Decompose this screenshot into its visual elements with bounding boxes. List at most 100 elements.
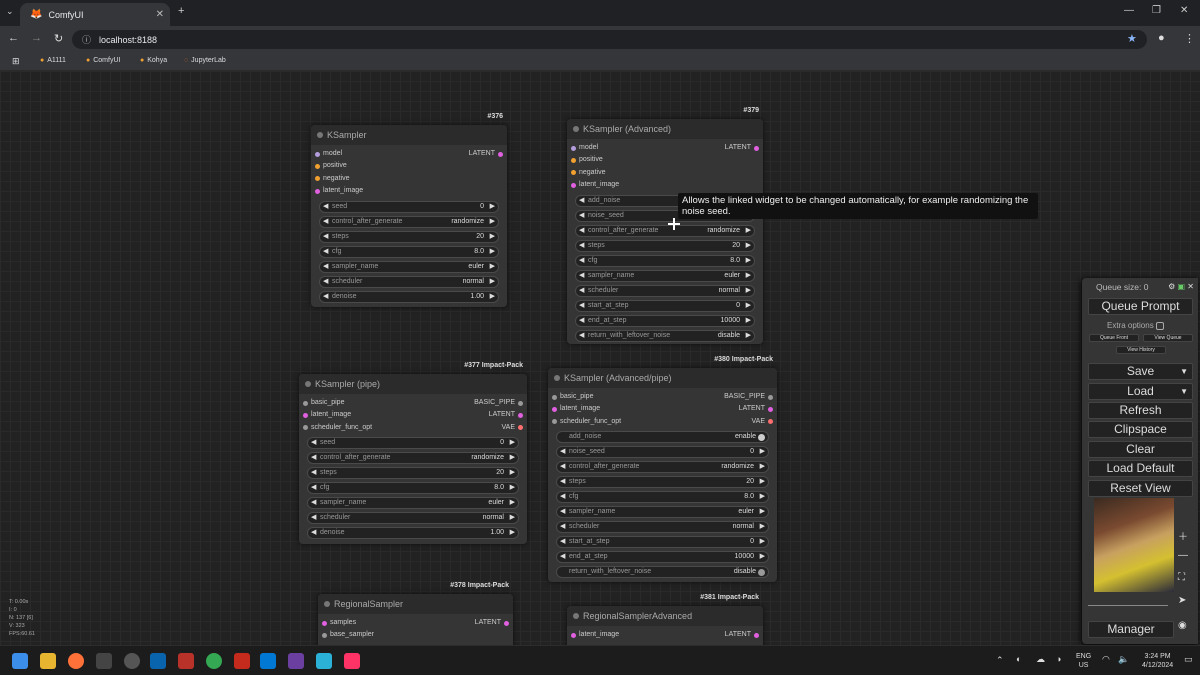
- decrement-arrow-icon[interactable]: ◀: [560, 447, 565, 457]
- node-title[interactable]: RegionalSamplerAdvanced: [567, 606, 763, 626]
- send-icon[interactable]: ➤: [1178, 595, 1186, 606]
- increment-arrow-icon[interactable]: ▶: [490, 247, 495, 257]
- input-negative[interactable]: negative: [311, 173, 507, 185]
- decrement-arrow-icon[interactable]: ◀: [579, 256, 584, 266]
- widget-control-after-generate[interactable]: ◀ control_after_generate randomize ▶: [556, 461, 769, 474]
- new-tab-icon[interactable]: +: [178, 5, 184, 17]
- widget-cfg[interactable]: ◀ cfg 8.0 ▶: [319, 245, 499, 258]
- wifi-icon[interactable]: ◠: [1102, 654, 1110, 665]
- widget-return-with-leftover-noise[interactable]: ◀ return_with_leftover_noise disable ▶: [575, 329, 755, 342]
- input-base-sampler[interactable]: base_sampler: [318, 629, 513, 641]
- view-queue-button[interactable]: View Queue: [1143, 334, 1193, 342]
- image-icon[interactable]: ▣: [1178, 282, 1186, 291]
- reset-view-button[interactable]: Reset View: [1088, 480, 1193, 497]
- widget-start-at-step[interactable]: ◀ start_at_step 0 ▶: [575, 299, 755, 312]
- volume-icon[interactable]: 🔈: [1118, 654, 1129, 665]
- widget-cfg[interactable]: ◀ cfg 8.0 ▶: [575, 254, 755, 267]
- increment-arrow-icon[interactable]: ▶: [746, 241, 751, 251]
- decrement-arrow-icon[interactable]: ◀: [323, 262, 328, 272]
- widget-sampler-name[interactable]: ◀ sampler_name euler ▶: [575, 269, 755, 282]
- increment-arrow-icon[interactable]: ▶: [510, 453, 515, 463]
- decrement-arrow-icon[interactable]: ◀: [323, 202, 328, 212]
- increment-arrow-icon[interactable]: ▶: [490, 277, 495, 287]
- increment-arrow-icon[interactable]: ▶: [760, 552, 765, 562]
- input-model[interactable]: model LATENT: [567, 142, 763, 154]
- increment-arrow-icon[interactable]: ▶: [510, 483, 515, 493]
- preview-thumbnail[interactable]: [1094, 498, 1174, 592]
- widget-steps[interactable]: ◀ steps 20 ▶: [575, 239, 755, 252]
- decrement-arrow-icon[interactable]: ◀: [311, 483, 316, 493]
- decrement-arrow-icon[interactable]: ◀: [311, 513, 316, 523]
- node-regional-sampler[interactable]: #378 Impact-Pack RegionalSampler samples…: [318, 582, 513, 645]
- load-default-button[interactable]: Load Default: [1088, 460, 1193, 477]
- node-graph-canvas[interactable]: #376 KSampler model LATENT positive negat…: [0, 71, 1200, 645]
- fit-view-icon[interactable]: ⛶: [1178, 572, 1185, 583]
- tray-app-icon[interactable]: ◐: [1016, 654, 1021, 664]
- node-regional-sampler-advanced[interactable]: #381 Impact-Pack RegionalSamplerAdvanced…: [567, 594, 763, 645]
- clear-button[interactable]: Clear: [1088, 441, 1193, 458]
- file-explorer-icon[interactable]: [40, 653, 56, 669]
- increment-arrow-icon[interactable]: ▶: [760, 522, 765, 532]
- widget-scheduler[interactable]: ◀ scheduler normal ▶: [575, 284, 755, 297]
- clock[interactable]: 3:24 PM 4/12/2024: [1142, 652, 1173, 670]
- increment-arrow-icon[interactable]: ▶: [746, 331, 751, 341]
- node-title[interactable]: KSampler (Advanced/pipe): [548, 368, 777, 388]
- decrement-arrow-icon[interactable]: ◀: [579, 271, 584, 281]
- widget-end-at-step[interactable]: ◀ end_at_step 10000 ▶: [556, 551, 769, 564]
- decrement-arrow-icon[interactable]: ◀: [560, 492, 565, 502]
- decrement-arrow-icon[interactable]: ◀: [560, 507, 565, 517]
- decrement-arrow-icon[interactable]: ◀: [579, 241, 584, 251]
- decrement-arrow-icon[interactable]: ◀: [579, 301, 584, 311]
- widget-denoise[interactable]: ◀ denoise 1.00 ▶: [307, 527, 519, 540]
- input-scheduler-func-opt[interactable]: scheduler_func_opt VAE: [299, 422, 527, 434]
- widget-noise-seed[interactable]: ◀ noise_seed 0 ▶: [556, 446, 769, 459]
- tray-chevron-icon[interactable]: ⌃: [996, 655, 1004, 666]
- refresh-button[interactable]: Refresh: [1088, 402, 1193, 419]
- widget-sampler-name[interactable]: ◀ sampler_name euler ▶: [307, 497, 519, 510]
- close-window-icon[interactable]: ✕: [1180, 5, 1188, 16]
- node-title[interactable]: KSampler (Advanced): [567, 119, 763, 139]
- tray-app-icon[interactable]: ◑: [1056, 654, 1061, 664]
- widget-scheduler[interactable]: ◀ scheduler normal ▶: [319, 275, 499, 288]
- address-bar[interactable]: ⓘ localhost:8188: [72, 30, 1147, 49]
- increment-arrow-icon[interactable]: ▶: [746, 316, 751, 326]
- widget-denoise[interactable]: ◀ denoise 1.00 ▶: [319, 290, 499, 303]
- increment-arrow-icon[interactable]: ▶: [510, 438, 515, 448]
- close-menu-icon[interactable]: ✕: [1187, 282, 1194, 291]
- decrement-arrow-icon[interactable]: ◀: [560, 537, 565, 547]
- app-icon[interactable]: [288, 653, 304, 669]
- firefox-icon[interactable]: [68, 653, 84, 669]
- increment-arrow-icon[interactable]: ▶: [510, 513, 515, 523]
- extra-options-checkbox[interactable]: [1155, 321, 1164, 330]
- increment-arrow-icon[interactable]: ▶: [760, 462, 765, 472]
- increment-arrow-icon[interactable]: ▶: [510, 498, 515, 508]
- increment-arrow-icon[interactable]: ▶: [490, 217, 495, 227]
- widget-sampler-name[interactable]: ◀ sampler_name euler ▶: [319, 260, 499, 273]
- bookmark-a1111[interactable]: ● A1111: [40, 57, 66, 64]
- app-icon[interactable]: [96, 653, 112, 669]
- decrement-arrow-icon[interactable]: ◀: [323, 292, 328, 302]
- decrement-arrow-icon[interactable]: ◀: [323, 277, 328, 287]
- save-dropdown-icon[interactable]: ▼: [1180, 364, 1188, 379]
- input-negative[interactable]: negative: [567, 167, 763, 179]
- decrement-arrow-icon[interactable]: ◀: [323, 217, 328, 227]
- widget-control-after-generate[interactable]: ◀ control_after_generate randomize ▶: [575, 224, 755, 237]
- load-dropdown-icon[interactable]: ▼: [1180, 384, 1188, 399]
- increment-arrow-icon[interactable]: ▶: [490, 232, 495, 242]
- increment-arrow-icon[interactable]: ▶: [510, 528, 515, 538]
- input-latent-image[interactable]: latent_image LATENT: [567, 629, 763, 641]
- widget-steps[interactable]: ◀ steps 20 ▶: [319, 230, 499, 243]
- widget-control-after-generate[interactable]: ◀ control_after_generate randomize ▶: [307, 452, 519, 465]
- widget-start-at-step[interactable]: ◀ start_at_step 0 ▶: [556, 536, 769, 549]
- widget-cfg[interactable]: ◀ cfg 8.0 ▶: [556, 491, 769, 504]
- apps-grid-icon[interactable]: ⊞: [12, 56, 20, 67]
- widget-seed[interactable]: ◀ seed 0 ▶: [319, 200, 499, 213]
- decrement-arrow-icon[interactable]: ◀: [579, 226, 584, 236]
- zoom-in-icon[interactable]: ＋: [1178, 528, 1188, 543]
- input-model[interactable]: model LATENT: [311, 148, 507, 160]
- bookmark-jupyterlab[interactable]: ◌ JupyterLab: [184, 57, 226, 64]
- bookmark-comfyui[interactable]: ● ComfyUI: [86, 57, 120, 64]
- decrement-arrow-icon[interactable]: ◀: [579, 316, 584, 326]
- bookmark-star-icon[interactable]: ★: [1127, 32, 1137, 45]
- notifications-icon[interactable]: ▭: [1184, 654, 1193, 665]
